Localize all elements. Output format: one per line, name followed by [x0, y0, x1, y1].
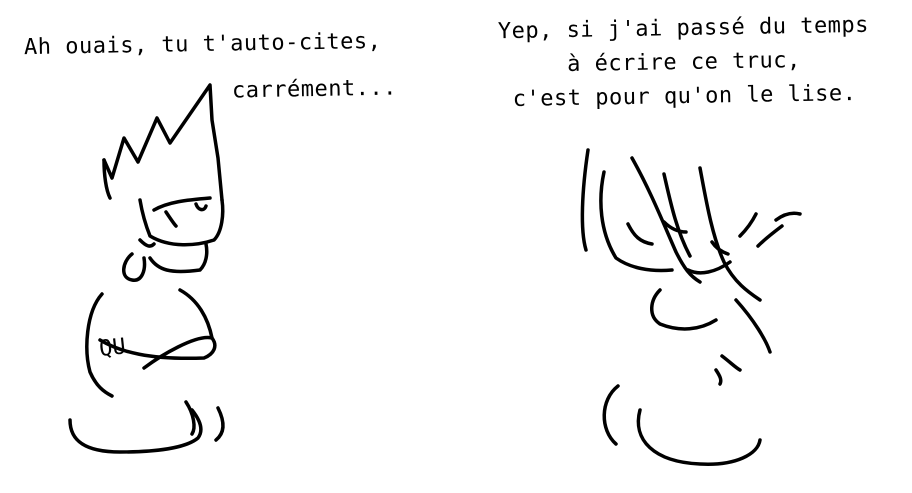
right-character-face-outline [650, 288, 718, 331]
right-character-motion-2 [756, 224, 784, 248]
right-character-base [636, 408, 762, 466]
left-character-eye-left [164, 210, 178, 228]
right-character-motion-1 [738, 212, 758, 238]
right-character-eye [626, 222, 654, 246]
left-character-mouth [138, 238, 156, 248]
right-character-hair-1 [580, 148, 590, 252]
comic-panel: Ah ouais, tu t'auto-cites, carrément... … [0, 0, 912, 493]
right-character-hair-4 [662, 172, 692, 258]
right-character-hair-5 [698, 166, 762, 302]
left-character-eye-right [194, 202, 208, 212]
left-character-foot-1 [184, 400, 196, 436]
right-character [580, 148, 802, 466]
left-character-body-right [178, 288, 214, 340]
left-character-base [68, 408, 203, 454]
left-character-head [138, 198, 225, 247]
right-character-arm [720, 354, 742, 372]
arm-lettering: QU [98, 334, 127, 362]
left-character-chin [148, 242, 209, 274]
comic-drawing: QU [68, 83, 802, 466]
left-character-tongue [122, 252, 147, 282]
right-character-arm-2 [714, 368, 723, 386]
right-character-body [734, 298, 772, 354]
left-character-hair [102, 83, 224, 202]
left-character [68, 83, 225, 454]
left-character-foot-2 [214, 406, 225, 442]
right-character-base-left [602, 384, 620, 446]
right-character-motion-3 [774, 211, 802, 222]
